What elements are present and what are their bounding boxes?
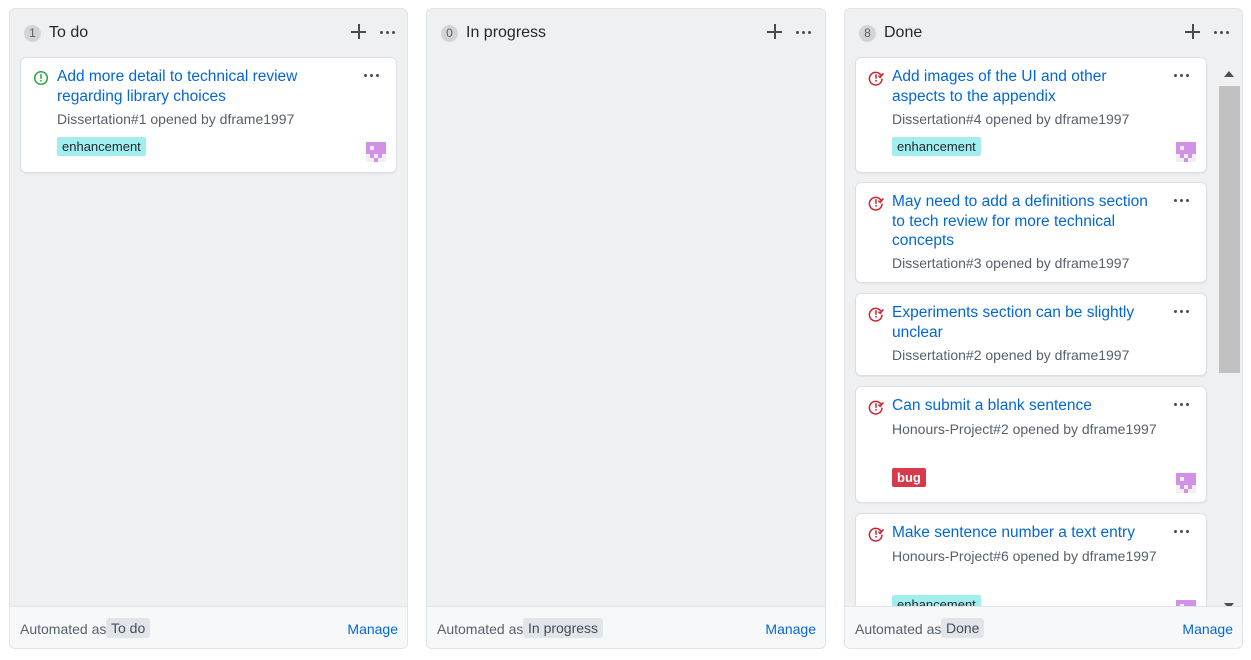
issue-meta: Dissertation#4 opened by dframe1997: [892, 111, 1130, 127]
column-footer: Automated as In progress Manage: [427, 606, 825, 648]
issue-closed-icon: [868, 400, 884, 415]
automation-text: Automated as: [20, 621, 107, 637]
user-avatar[interactable]: [366, 142, 386, 162]
card-menu-icon[interactable]: [1172, 526, 1190, 536]
issue-title-link[interactable]: Can submit a blank sentence: [892, 396, 1158, 416]
column-menu-icon[interactable]: [1211, 21, 1233, 43]
issue-card[interactable]: Can submit a blank sentence Honours-Proj…: [855, 386, 1207, 503]
issue-title-link[interactable]: Experiments section can be slightly uncl…: [892, 303, 1158, 342]
card-menu-icon[interactable]: [362, 70, 380, 80]
issue-closed-icon: [868, 71, 884, 86]
column-menu-icon[interactable]: [377, 21, 399, 43]
issue-meta: Dissertation#1 opened by dframe1997: [57, 111, 295, 127]
card-count-badge: 8: [859, 25, 876, 42]
issue-title-link[interactable]: Add images of the UI and other aspects t…: [892, 67, 1158, 106]
card-menu-icon[interactable]: [1172, 399, 1190, 409]
issue-closed-icon: [868, 196, 884, 211]
card-menu-icon[interactable]: [1172, 306, 1190, 316]
column-done: 8 Done Add images of the UI and other as…: [844, 8, 1243, 649]
add-card-icon[interactable]: [348, 21, 370, 43]
automation-preset-pill: In progress: [523, 618, 604, 638]
issue-card[interactable]: Experiments section can be slightly uncl…: [855, 293, 1207, 376]
card-count-badge: 1: [24, 25, 41, 42]
column-scrollbar[interactable]: [1219, 65, 1240, 615]
user-avatar[interactable]: [1176, 142, 1196, 162]
issue-card[interactable]: May need to add a definitions section to…: [855, 182, 1207, 283]
column-title: To do: [49, 24, 89, 41]
issue-closed-icon: [868, 527, 884, 542]
issue-card[interactable]: Add images of the UI and other aspects t…: [855, 57, 1207, 173]
card-menu-icon[interactable]: [1172, 195, 1190, 205]
issue-title-link[interactable]: Make sentence number a text entry: [892, 523, 1158, 543]
column-footer: Automated as To do Manage: [10, 606, 407, 648]
column-header: 0 In progress: [427, 9, 825, 57]
card-count-badge: 0: [441, 25, 458, 42]
column-to-do: 1 To do Add more detail to technical rev…: [9, 8, 408, 649]
column-title: In progress: [466, 24, 547, 41]
issue-opened-icon: [33, 70, 49, 86]
automation-preset-pill: Done: [941, 618, 985, 638]
add-card-icon[interactable]: [764, 21, 786, 43]
card-menu-icon[interactable]: [1172, 70, 1190, 80]
scroll-thumb[interactable]: [1219, 86, 1240, 373]
enhancement-label[interactable]: enhancement: [892, 137, 981, 156]
issue-meta: Dissertation#2 opened by dframe1997: [892, 347, 1130, 363]
column-header: 8 Done: [845, 9, 1242, 57]
enhancement-label[interactable]: enhancement: [57, 137, 146, 156]
column-header: 1 To do: [10, 9, 407, 57]
manage-automation-link[interactable]: Manage: [347, 621, 398, 637]
automation-text: Automated as: [437, 621, 524, 637]
column-title: Done: [884, 24, 923, 41]
column-in-progress: 0 In progress Automated as In progress M…: [426, 8, 826, 649]
issue-meta: Honours-Project#6 opened by dframe1997: [892, 548, 1157, 564]
user-avatar[interactable]: [1176, 473, 1196, 493]
manage-automation-link[interactable]: Manage: [1182, 621, 1233, 637]
issue-title-link[interactable]: Add more detail to technical review rega…: [57, 67, 348, 106]
bug-label[interactable]: bug: [892, 468, 926, 487]
column-menu-icon[interactable]: [793, 21, 815, 43]
automation-text: Automated as: [855, 621, 942, 637]
column-footer: Automated as Done Manage: [845, 606, 1242, 648]
issue-closed-icon: [868, 307, 884, 322]
issue-meta: Dissertation#3 opened by dframe1997: [892, 255, 1130, 271]
add-card-icon[interactable]: [1182, 21, 1204, 43]
automation-preset-pill: To do: [106, 618, 151, 638]
issue-card[interactable]: Add more detail to technical review rega…: [20, 57, 397, 173]
issue-meta: Honours-Project#2 opened by dframe1997: [892, 421, 1157, 437]
issue-title-link[interactable]: May need to add a definitions section to…: [892, 192, 1158, 251]
scroll-up-icon[interactable]: [1224, 71, 1234, 77]
manage-automation-link[interactable]: Manage: [765, 621, 816, 637]
